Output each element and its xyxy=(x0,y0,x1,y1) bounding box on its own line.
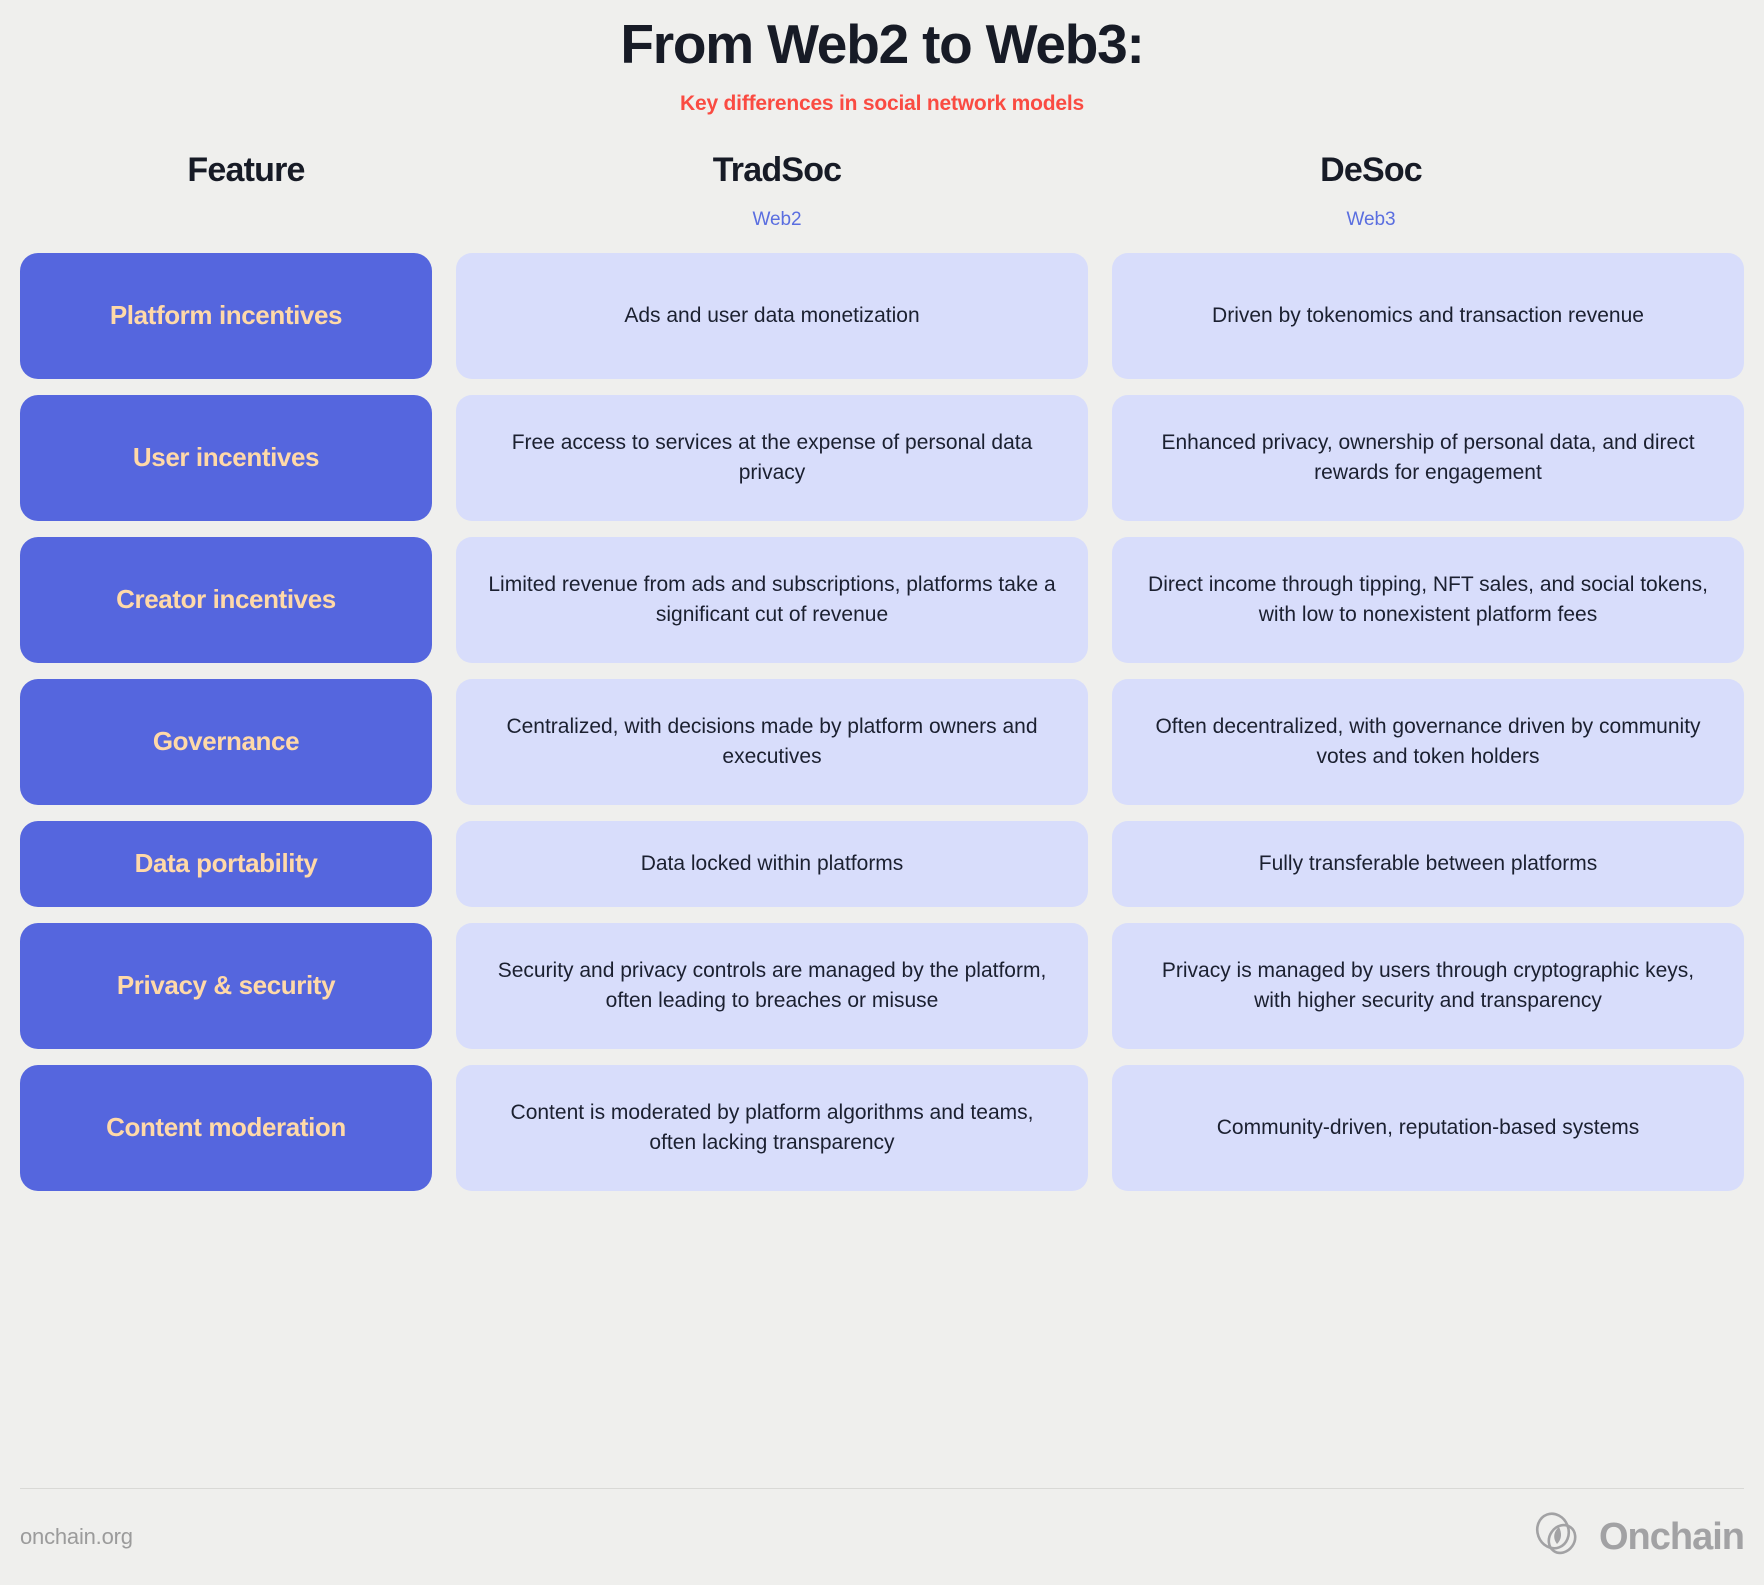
desoc-cell: Driven by tokenomics and transaction rev… xyxy=(1112,252,1744,379)
table-row: Content moderation Content is moderated … xyxy=(20,1064,1744,1191)
column-header-desoc: DeSoc Web3 xyxy=(1082,150,1660,231)
infographic-page: From Web2 to Web3: Key differences in so… xyxy=(0,0,1764,1585)
footer: onchain.org Onchain xyxy=(20,1489,1745,1585)
feature-label: Governance xyxy=(20,678,432,805)
footer-url[interactable]: onchain.org xyxy=(20,1524,133,1550)
column-header-feature: Feature xyxy=(20,150,472,231)
table-row: Data portability Data locked within plat… xyxy=(20,820,1744,907)
tradsoc-cell: Limited revenue from ads and subscriptio… xyxy=(456,536,1088,663)
comparison-table: Platform incentives Ads and user data mo… xyxy=(0,252,1764,1191)
footer-wrapper: onchain.org Onchain xyxy=(0,1488,1764,1585)
desoc-cell: Community-driven, reputation-based syste… xyxy=(1112,1064,1744,1191)
onchain-knot-logo-icon xyxy=(1529,1506,1587,1569)
header: From Web2 to Web3: Key differences in so… xyxy=(0,0,1764,116)
column-header-feature-title: Feature xyxy=(187,150,305,189)
column-header-tradsoc-title: TradSoc xyxy=(712,150,842,189)
column-header-tradsoc-sub: Web2 xyxy=(752,208,802,230)
column-header-tradsoc: TradSoc Web2 xyxy=(496,150,1058,231)
page-subtitle: Key differences in social network models xyxy=(680,91,1084,115)
desoc-cell: Fully transferable between platforms xyxy=(1112,820,1744,907)
feature-label: Platform incentives xyxy=(20,252,432,379)
tradsoc-cell: Data locked within platforms xyxy=(456,820,1088,907)
column-header-desoc-sub: Web3 xyxy=(1346,208,1396,230)
brand-logo: Onchain xyxy=(1529,1506,1745,1569)
table-row: Platform incentives Ads and user data mo… xyxy=(20,252,1744,379)
tradsoc-cell: Content is moderated by platform algorit… xyxy=(456,1064,1088,1191)
tradsoc-cell: Ads and user data monetization xyxy=(456,252,1088,379)
column-header-desoc-title: DeSoc xyxy=(1320,150,1423,189)
page-title: From Web2 to Web3: xyxy=(620,13,1145,75)
feature-label: Data portability xyxy=(20,820,432,907)
table-row: Governance Centralized, with decisions m… xyxy=(20,678,1744,805)
desoc-cell: Often decentralized, with governance dri… xyxy=(1112,678,1744,805)
feature-label: Privacy & security xyxy=(20,922,432,1049)
desoc-cell: Direct income through tipping, NFT sales… xyxy=(1112,536,1744,663)
brand-name: Onchain xyxy=(1598,1515,1745,1558)
desoc-cell: Privacy is managed by users through cryp… xyxy=(1112,922,1744,1049)
table-row: Creator incentives Limited revenue from … xyxy=(20,536,1744,663)
feature-label: User incentives xyxy=(20,394,432,521)
table-row: User incentives Free access to services … xyxy=(20,394,1744,521)
table-row: Privacy & security Security and privacy … xyxy=(20,922,1744,1049)
desoc-cell: Enhanced privacy, ownership of personal … xyxy=(1112,394,1744,521)
tradsoc-cell: Centralized, with decisions made by plat… xyxy=(456,678,1088,805)
tradsoc-cell: Free access to services at the expense o… xyxy=(456,394,1088,521)
feature-label: Content moderation xyxy=(20,1064,432,1191)
column-headers: Feature TradSoc Web2 DeSoc Web3 xyxy=(0,150,1764,231)
tradsoc-cell: Security and privacy controls are manage… xyxy=(456,922,1088,1049)
feature-label: Creator incentives xyxy=(20,536,432,663)
